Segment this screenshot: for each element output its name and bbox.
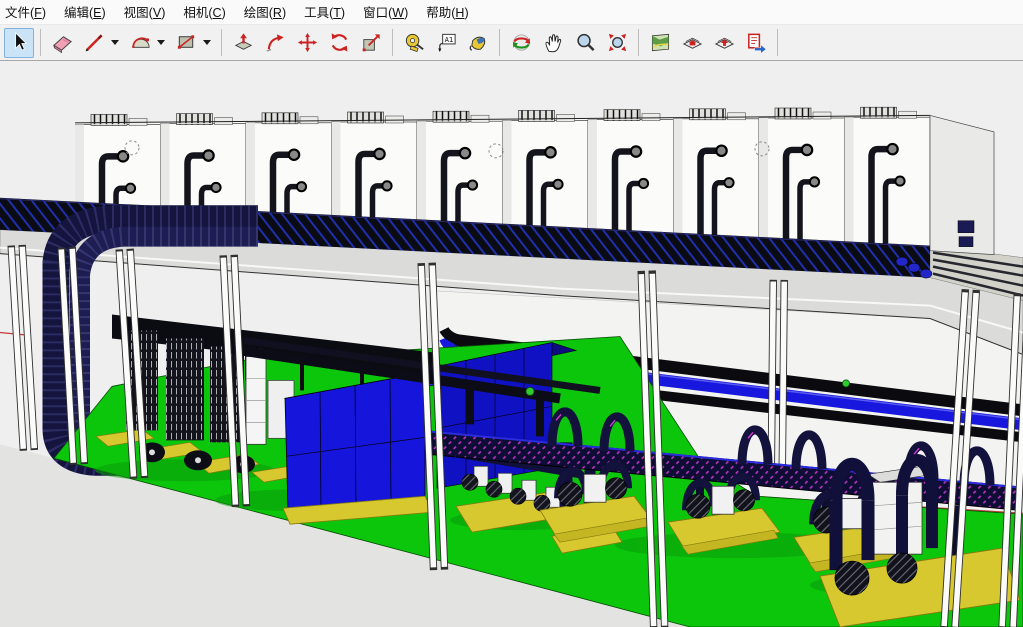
- rectangle-tool-button[interactable]: [171, 28, 201, 58]
- viewport-3d[interactable]: [0, 61, 1023, 627]
- scale-tool-button[interactable]: [356, 28, 386, 58]
- get-models-tool-button[interactable]: [677, 28, 707, 58]
- toolbar-group: [227, 28, 387, 58]
- toolbar-separator: [777, 29, 778, 56]
- pan-tool-button[interactable]: [538, 28, 568, 58]
- add-location-tool-button[interactable]: [645, 28, 675, 58]
- menu-item-tools[interactable]: 工具(T): [295, 0, 354, 25]
- share-model-tool-button[interactable]: [709, 28, 739, 58]
- tape-measure-tool-button[interactable]: [399, 28, 429, 58]
- ahu-row-end-face: [930, 115, 994, 254]
- toolbar-separator: [221, 29, 222, 56]
- menu-item-view[interactable]: 视图(V): [115, 0, 175, 25]
- menu-item-file[interactable]: 文件(F): [0, 0, 55, 25]
- toolbar-group: [3, 28, 35, 58]
- orbit-tool-button[interactable]: [506, 28, 536, 58]
- menu-item-camera[interactable]: 相机(C): [174, 0, 234, 25]
- menu-item-help[interactable]: 帮助(H): [417, 0, 477, 25]
- line-tool-button[interactable]: [79, 28, 109, 58]
- rotate-tool-button[interactable]: [324, 28, 354, 58]
- send-to-layout-tool-button[interactable]: [741, 28, 771, 58]
- select-tool-button[interactable]: [4, 28, 34, 58]
- toolbar-group: [398, 28, 494, 58]
- push-pull-tool-button[interactable]: [228, 28, 258, 58]
- eraser-tool-button[interactable]: [47, 28, 77, 58]
- sketchup-window: 文件(F)编辑(E)视图(V)相机(C)绘图(R)工具(T)窗口(W)帮助(H): [0, 0, 1023, 627]
- toolbar-group: [505, 28, 633, 58]
- toolbar-group: [644, 28, 772, 58]
- arc-tool-dropdown-caret[interactable]: [157, 40, 165, 45]
- move-tool-button[interactable]: [292, 28, 322, 58]
- toolbar: [0, 25, 1023, 62]
- toolbar-separator: [392, 29, 393, 56]
- arc-tool-button[interactable]: [125, 28, 155, 58]
- model-scene: [0, 61, 1023, 627]
- menu-item-draw[interactable]: 绘图(R): [235, 0, 295, 25]
- zoom-tool-button[interactable]: [570, 28, 600, 58]
- text-tool-button[interactable]: [431, 28, 461, 58]
- toolbar-group: [46, 28, 216, 58]
- menu-item-window[interactable]: 窗口(W): [354, 0, 417, 25]
- paint-bucket-tool-button[interactable]: [463, 28, 493, 58]
- menu-item-edit[interactable]: 编辑(E): [55, 0, 115, 25]
- rectangle-tool-dropdown-caret[interactable]: [203, 40, 211, 45]
- zoom-extents-tool-button[interactable]: [602, 28, 632, 58]
- toolbar-separator: [638, 29, 639, 56]
- follow-me-tool-button[interactable]: [260, 28, 290, 58]
- line-tool-dropdown-caret[interactable]: [111, 40, 119, 45]
- toolbar-separator: [499, 29, 500, 56]
- menu-bar: 文件(F)编辑(E)视图(V)相机(C)绘图(R)工具(T)窗口(W)帮助(H): [0, 0, 1023, 25]
- toolbar-separator: [40, 29, 41, 56]
